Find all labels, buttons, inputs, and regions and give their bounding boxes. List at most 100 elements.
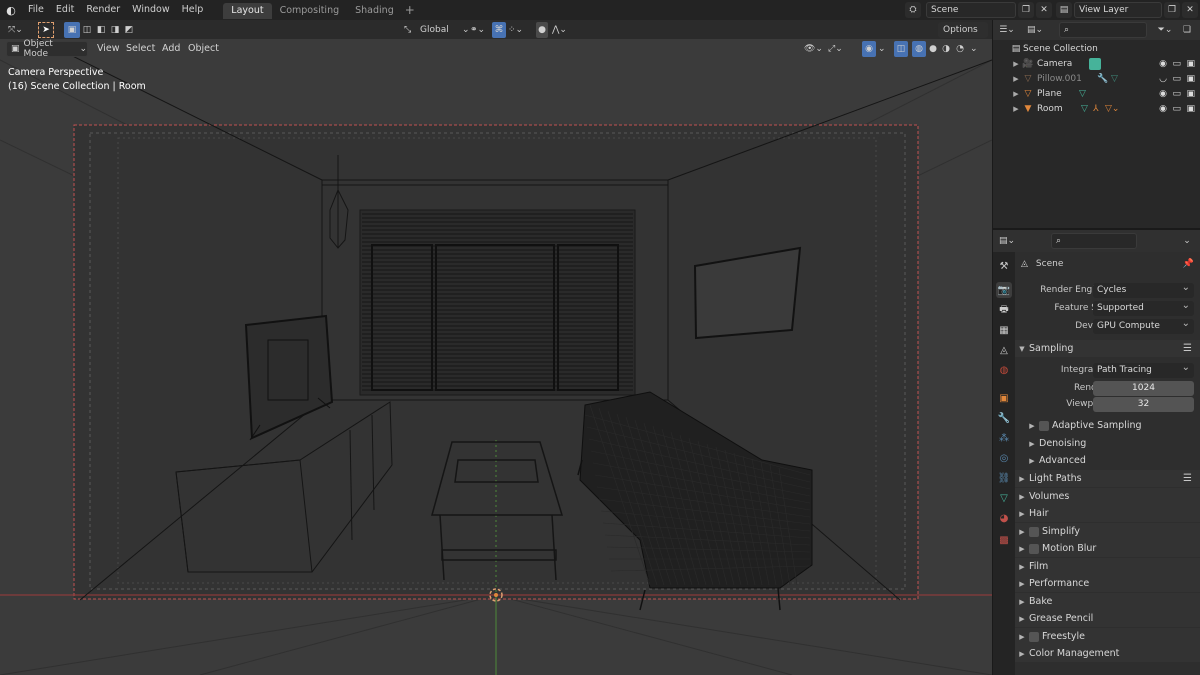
camera-render-icon[interactable]: ▣ <box>1186 104 1195 114</box>
rendered-shading-icon[interactable]: ◔ <box>954 41 966 57</box>
monitor-icon[interactable]: ▭ <box>1172 89 1181 99</box>
outliner-editor-icon[interactable]: ☰⌄ <box>999 22 1015 38</box>
freestyle-header[interactable]: ▶ Freestyle <box>1015 628 1200 645</box>
outliner-item-pillow[interactable]: ▶ ▽ Pillow.001 🔧 ▽ ◡ ▭ ▣ <box>993 71 1200 86</box>
render-tab-icon[interactable]: 📷 <box>996 282 1012 298</box>
simplify-checkbox[interactable] <box>1029 526 1039 537</box>
snap-target-icon[interactable]: ⁘⌄ <box>508 22 523 38</box>
bake-header[interactable]: ▶ Bake <box>1015 593 1200 610</box>
outliner-root[interactable]: ▤ Scene Collection <box>993 41 1200 56</box>
expand-icon[interactable]: ▶ <box>1011 60 1021 68</box>
tab-shading[interactable]: Shading <box>347 3 402 19</box>
freestyle-checkbox[interactable] <box>1029 631 1039 642</box>
adaptive-sampling-checkbox[interactable] <box>1039 420 1049 431</box>
tool-tab-icon[interactable]: ⚒ <box>996 258 1012 274</box>
chevron-down-icon[interactable]: ⌄ <box>878 41 886 57</box>
world-tab-icon[interactable]: ◍ <box>996 362 1012 378</box>
view-layer-icon[interactable]: ▤ <box>1056 2 1072 18</box>
wireframe-shading-icon[interactable]: ◍ <box>912 41 926 57</box>
motion-blur-checkbox[interactable] <box>1029 543 1039 554</box>
monitor-icon[interactable]: ▭ <box>1172 59 1181 69</box>
tab-layout[interactable]: Layout <box>223 3 272 19</box>
object-mode-dropdown[interactable]: ▣ Object Mode ⌄ <box>6 39 88 59</box>
pin-icon[interactable]: 📌 <box>1183 259 1194 269</box>
copy-view-layer-icon[interactable]: ❐ <box>1164 2 1180 18</box>
menu-add[interactable]: Add <box>157 41 185 57</box>
expand-icon[interactable]: ▶ <box>1011 75 1021 83</box>
filter-icon[interactable]: ⏷⌄ <box>1157 22 1173 38</box>
snap-icon[interactable]: ⌘ <box>492 22 506 38</box>
texture-tab-icon[interactable]: ▩ <box>996 532 1012 548</box>
select-invert-icon[interactable]: ◨ <box>108 22 122 38</box>
eye-closed-icon[interactable]: ◡ <box>1159 74 1167 84</box>
monitor-icon[interactable]: ▭ <box>1172 74 1181 84</box>
chevron-down-icon[interactable]: ⌄ <box>970 41 978 57</box>
presets-icon[interactable]: ☰ <box>1183 343 1192 354</box>
volumes-header[interactable]: ▶ Volumes <box>1015 488 1200 505</box>
film-header[interactable]: ▶ Film <box>1015 558 1200 575</box>
advanced-header[interactable]: ▶ Advanced <box>1015 452 1200 469</box>
render-engine-dropdown[interactable]: Cycles <box>1093 280 1194 298</box>
select-intersect-icon[interactable]: ◩ <box>122 22 136 38</box>
grease-pencil-header[interactable]: ▶ Grease Pencil <box>1015 610 1200 627</box>
hair-header[interactable]: ▶ Hair <box>1015 505 1200 522</box>
menu-render[interactable]: Render <box>80 0 126 20</box>
outliner-search-input[interactable]: ⌕ <box>1059 22 1147 38</box>
menu-view[interactable]: View <box>92 41 125 57</box>
view-layer-tab-icon[interactable]: ▦ <box>996 322 1012 338</box>
tab-compositing[interactable]: Compositing <box>272 3 348 19</box>
physics-tab-icon[interactable]: ◎ <box>996 450 1012 466</box>
editor-type-icon[interactable]: ⤧⌄ <box>8 22 23 38</box>
scene-name-field[interactable]: Scene <box>926 2 1016 18</box>
presets-icon[interactable]: ☰ <box>1183 473 1192 484</box>
outliner-item-plane[interactable]: ▶ ▽ Plane ▽ ◉ ▭ ▣ <box>993 86 1200 101</box>
display-mode-icon[interactable]: ▤⌄ <box>1027 22 1043 38</box>
render-samples-field[interactable]: 1024 <box>1093 380 1194 396</box>
adaptive-sampling-header[interactable]: ▶ Adaptive Sampling <box>1015 417 1200 434</box>
particles-tab-icon[interactable]: ⁂ <box>996 430 1012 446</box>
camera-render-icon[interactable]: ▣ <box>1186 89 1195 99</box>
transform-orientation-dropdown[interactable]: Global <box>420 22 462 38</box>
xray-icon[interactable]: ◫ <box>894 41 908 57</box>
transform-orientation-icon[interactable]: ⤡ <box>404 22 411 38</box>
sampling-panel-header[interactable]: ▼ Sampling ☰ <box>1015 340 1200 357</box>
monitor-icon[interactable]: ▭ <box>1172 104 1181 114</box>
menu-help[interactable]: Help <box>176 0 210 20</box>
solid-shading-icon[interactable]: ● <box>927 41 939 57</box>
falloff-icon[interactable]: ⋀⌄ <box>552 22 567 38</box>
menu-window[interactable]: Window <box>126 0 175 20</box>
gizmo-icon[interactable]: ⤢⌄ <box>828 41 843 57</box>
3d-viewport[interactable]: ⤧⌄ ➤ ▣ ◫ ◧ ◨ ◩ ⤡ Global ⌄ ⚭⌄ ⌘ ⁘⌄ ● ⋀⌄ O… <box>0 20 992 675</box>
performance-header[interactable]: ▶ Performance <box>1015 575 1200 592</box>
menu-file[interactable]: File <box>22 0 50 20</box>
scene-tab-icon[interactable]: ◬ <box>996 342 1012 358</box>
modifier-tab-icon[interactable]: 🔧 <box>996 410 1012 426</box>
outliner-item-camera[interactable]: ▶ 🎥 Camera ◉ ▭ ▣ <box>993 56 1200 71</box>
select-new-icon[interactable]: ▣ <box>64 22 80 38</box>
data-tab-icon[interactable]: ▽ <box>996 490 1012 506</box>
camera-render-icon[interactable]: ▣ <box>1186 74 1195 84</box>
integrator-dropdown[interactable]: Path Tracing <box>1093 360 1194 378</box>
eye-icon[interactable]: ◉ <box>1159 59 1167 69</box>
visibility-icon[interactable]: 👁⌄ <box>804 41 823 57</box>
denoising-header[interactable]: ▶ Denoising <box>1015 435 1200 452</box>
camera-render-icon[interactable]: ▣ <box>1186 59 1195 69</box>
expand-icon[interactable]: ▶ <box>1011 105 1021 113</box>
new-collection-icon[interactable]: ❏ <box>1179 22 1195 38</box>
proportional-edit-icon[interactable]: ● <box>536 22 548 38</box>
scene-selector-icon[interactable]: ⛭ <box>905 2 921 18</box>
properties-search-input[interactable]: ⌕ <box>1051 233 1137 249</box>
chevron-down-icon[interactable]: ⌄ <box>1179 233 1195 249</box>
constraints-tab-icon[interactable]: ⛓ <box>996 470 1012 486</box>
delete-view-layer-icon[interactable]: ✕ <box>1182 2 1198 18</box>
menu-select[interactable]: Select <box>121 41 160 57</box>
light-paths-header[interactable]: ▶ Light Paths ☰ <box>1015 470 1200 487</box>
add-workspace-button[interactable]: + <box>402 3 418 17</box>
blender-logo-icon[interactable]: ◐ <box>0 0 22 20</box>
options-dropdown[interactable]: Options <box>938 22 988 38</box>
expand-icon[interactable]: ▶ <box>1011 90 1021 98</box>
overlays-icon[interactable]: ◉ <box>862 41 876 57</box>
select-subtract-icon[interactable]: ◧ <box>94 22 108 38</box>
outliner-item-room[interactable]: ▶ ▼ Room ▽ ⅄ ▽⌄ ◉ ▭ ▣ <box>993 101 1200 116</box>
menu-edit[interactable]: Edit <box>50 0 80 20</box>
